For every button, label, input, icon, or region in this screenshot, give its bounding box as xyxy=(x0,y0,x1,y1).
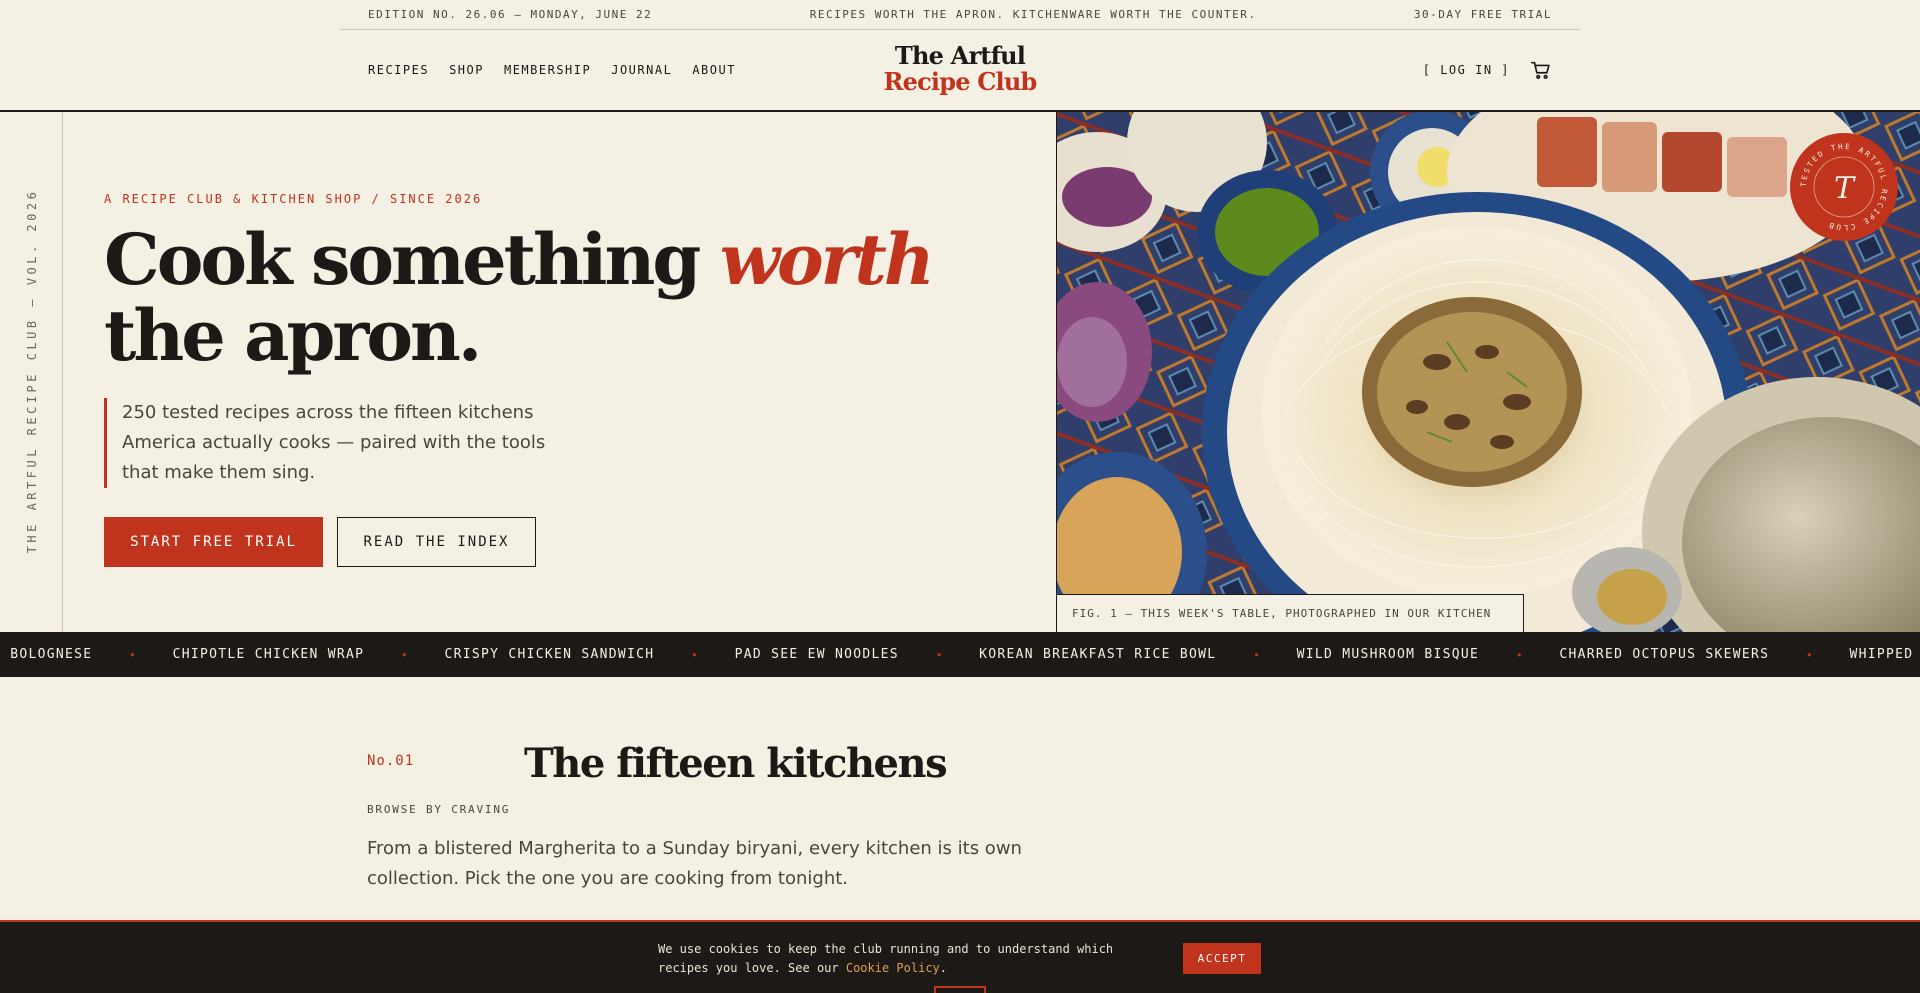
main-nav: RECIPES SHOP MEMBERSHIP JOURNAL ABOUT Th… xyxy=(340,30,1580,110)
logo-line-2: Recipe Club xyxy=(883,67,1037,96)
ticker-item[interactable]: PAD SEE EW NOODLES xyxy=(735,647,899,662)
ticker-item-label: WILD MUSHROOM BISQUE xyxy=(1296,647,1480,662)
ticker-separator: • xyxy=(936,647,942,662)
nav-links: RECIPES SHOP MEMBERSHIP JOURNAL ABOUT xyxy=(368,63,736,77)
ticker-item[interactable]: WHIPPED F xyxy=(1849,647,1920,662)
section-description: From a blistered Margherita to a Sunday … xyxy=(367,838,1022,889)
ticker-item[interactable]: WILD MUSHROOM BISQUE xyxy=(1297,647,1480,662)
nav-link-journal[interactable]: JOURNAL xyxy=(611,63,672,77)
login-link[interactable]: [ LOG IN ] xyxy=(1423,63,1510,77)
ticker-item[interactable]: I BOLOGNESE xyxy=(0,647,92,662)
edition-label: EDITION NO. 26.06 — MONDAY, JUNE 22 xyxy=(368,8,653,21)
nav-actions: [ LOG IN ] xyxy=(1423,59,1552,81)
ticker-separator: • xyxy=(130,647,135,662)
nav-link-membership[interactable]: MEMBERSHIP xyxy=(504,63,591,77)
hero-title-pre: Cook something xyxy=(104,218,720,301)
hero-title: Cook something worth the apron. xyxy=(104,222,1004,374)
ticker-item-label: WHIPPED F xyxy=(1849,647,1920,662)
ticker-item[interactable]: CRISPY CHICKEN SANDWICH xyxy=(444,647,654,662)
nav-link-shop[interactable]: SHOP xyxy=(449,63,484,77)
ticker-item-label: CHIPOTLE CHICKEN WRAP xyxy=(172,647,365,662)
start-free-trial-button[interactable]: START FREE TRIAL xyxy=(104,517,323,567)
logo-line-1: The Artful xyxy=(894,41,1026,70)
image-caption: FIG. 1 — THIS WEEK'S TABLE, PHOTOGRAPHED… xyxy=(1057,594,1524,632)
read-the-index-button[interactable]: READ THE INDEX xyxy=(337,517,536,567)
section-title: The fifteen kitchens xyxy=(524,740,948,787)
ticker-item[interactable]: KOREAN BREAKFAST RICE BOWL xyxy=(979,647,1216,662)
hero-title-post: the apron. xyxy=(104,294,482,377)
hero-eyebrow: A RECIPE CLUB & KITCHEN SHOP / SINCE 202… xyxy=(104,192,483,206)
cookie-text-end: . xyxy=(939,961,947,975)
ticker-separator: • xyxy=(1517,647,1522,662)
cookie-banner: We use cookies to keep the club running … xyxy=(0,920,1920,993)
nav-link-about[interactable]: ABOUT xyxy=(692,63,736,77)
ticker-item-label: PAD SEE EW NOODLES xyxy=(734,647,899,662)
accept-cookies-button[interactable]: ACCEPT xyxy=(1183,943,1261,974)
tagline: RECIPES WORTH THE APRON. KITCHENWARE WOR… xyxy=(809,8,1257,21)
ticker-item-label: CRISPY CHICKEN SANDWICH xyxy=(444,647,655,662)
top-strip: EDITION NO. 26.06 — MONDAY, JUNE 22 RECI… xyxy=(340,0,1580,30)
seal-letter: T xyxy=(1834,171,1856,206)
ticker-item-label: I BOLOGNESE xyxy=(0,647,93,662)
ticker-item-label: CHARRED OCTOPUS SKEWERS xyxy=(1559,647,1770,662)
section-subtitle: BROWSE BY CRAVING xyxy=(367,803,511,816)
cookie-message: We use cookies to keep the club running … xyxy=(658,940,1128,978)
hero-title-emphasis: worth xyxy=(719,218,935,301)
ticker-item[interactable]: CHARRED OCTOPUS SKEWERS xyxy=(1559,647,1769,662)
cookie-banner-tab xyxy=(934,986,986,993)
cart-icon[interactable] xyxy=(1530,59,1552,81)
ticker-separator: • xyxy=(402,647,407,662)
tested-seal-badge: TESTED THE ARTFUL RECIPE CLUB T xyxy=(1790,133,1898,241)
ticker-separator: • xyxy=(1807,647,1812,662)
hero-description: 250 tested recipes across the fifteen ki… xyxy=(104,398,584,488)
recipe-ticker: I BOLOGNESE • CHIPOTLE CHICKEN WRAP • CRISPY… xyxy=(0,632,1920,677)
free-trial-label[interactable]: 30-DAY FREE TRIAL xyxy=(1414,8,1552,21)
vertical-label: THE ARTFUL RECIPE CLUB — VOL. 2026 xyxy=(25,188,39,554)
section-number: No.01 xyxy=(367,753,415,769)
cookie-policy-link[interactable]: Cookie Policy xyxy=(846,961,940,975)
ticker-separator: • xyxy=(692,647,697,662)
site-logo[interactable]: The Artful Recipe Club xyxy=(883,41,1037,96)
ticker-item[interactable]: CHIPOTLE CHICKEN WRAP xyxy=(173,647,365,662)
ticker-separator: • xyxy=(1254,647,1259,662)
ticker-item-label: KOREAN BREAKFAST RICE BOWL xyxy=(979,647,1217,662)
nav-link-recipes[interactable]: RECIPES xyxy=(368,63,429,77)
ticker-track: I BOLOGNESE • CHIPOTLE CHICKEN WRAP • CRISPY… xyxy=(0,632,1920,677)
